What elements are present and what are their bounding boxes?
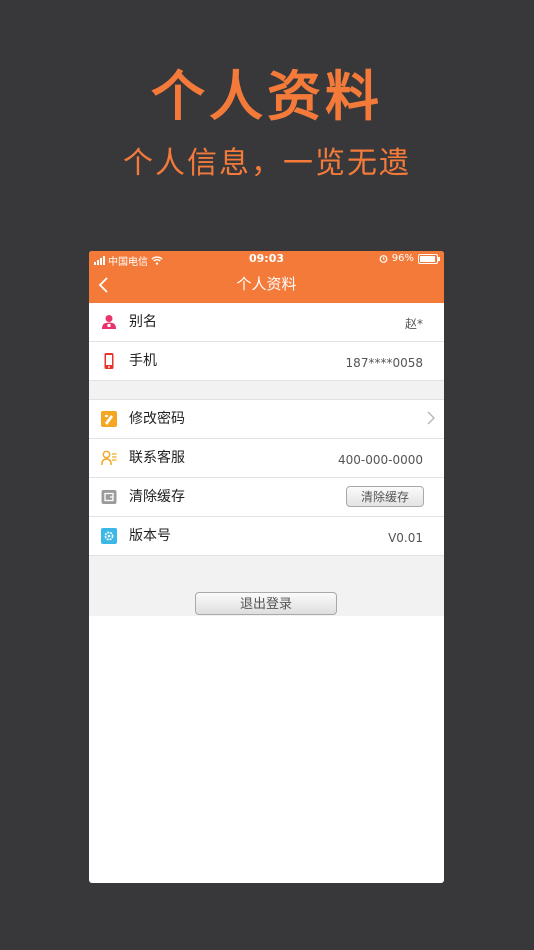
promo-subtitle: 个人信息，一览无遗 [123,146,411,181]
battery-icon [418,253,440,264]
gear-icon [101,528,117,544]
chevron-left-icon[interactable] [95,275,115,295]
profile-row-alias: 别名 赵* [89,303,444,342]
logout-button[interactable]: 退出登录 [195,592,337,615]
version-value: V0.01 [388,531,423,545]
user-icon [102,315,116,329]
clear-cache-button[interactable]: 清除缓存 [346,486,424,507]
version-row: 版本号 V0.01 [89,517,444,556]
profile-row-phone: 手机 187****0058 [89,342,444,381]
clear-cache-row: 清除缓存 清除缓存 [89,478,444,517]
customer-service-row[interactable]: 联系客服 400-000-0000 [89,439,444,478]
customer-service-label: 联系客服 [129,450,185,466]
phone-value: 187****0058 [345,356,423,370]
pencil-icon [101,411,117,427]
customer-service-number[interactable]: 400-000-0000 [338,441,423,479]
promo-title: 个人资料 [151,65,383,128]
page-title: 个人资料 [236,275,297,293]
change-password-label: 修改密码 [129,411,185,427]
chevron-right-icon [427,411,435,425]
battery-percent: 96% [391,253,414,264]
phone-label: 手机 [129,353,157,369]
contact-icon [101,450,117,466]
version-label: 版本号 [129,528,171,544]
alarm-icon [379,255,388,263]
phone-icon [104,353,114,369]
logout-area: 退出登录 [89,556,444,616]
clear-cache-label: 清除缓存 [129,489,185,505]
phone-screen: 中国电信 09:03 96% 个人资料 别名 赵* 手机 187****0058… [89,251,444,883]
status-bar: 中国电信 09:03 96% [89,251,444,268]
alias-value: 赵* [404,317,423,331]
alias-label: 别名 [129,314,157,330]
nav-bar: 个人资料 [89,268,444,303]
change-password-row[interactable]: 修改密码 [89,400,444,439]
cache-icon [101,490,117,504]
section-gap [89,381,444,400]
